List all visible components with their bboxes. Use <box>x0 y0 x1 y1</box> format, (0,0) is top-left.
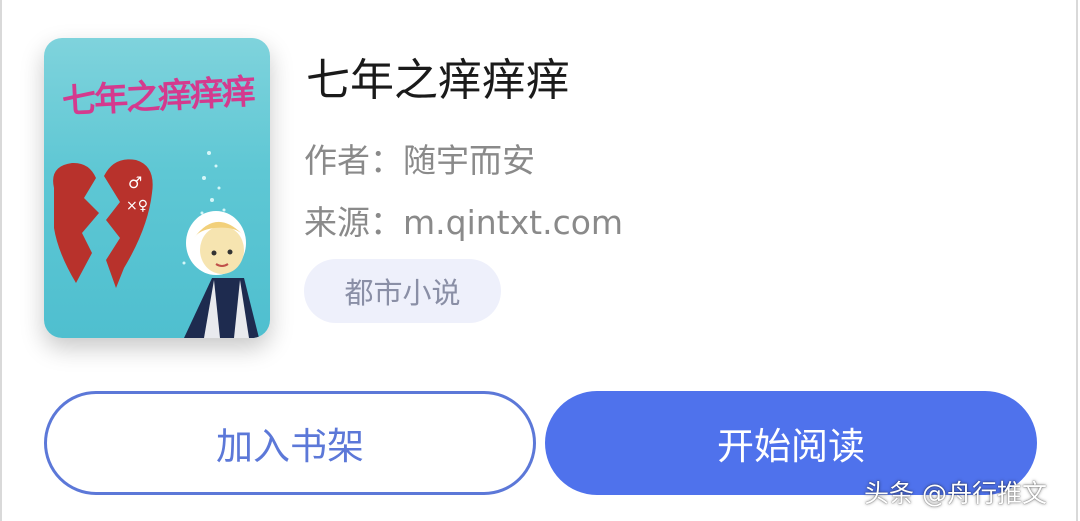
book-title: 七年之痒痒痒 <box>306 55 570 106</box>
cover-illustration: ♂ ×♀ <box>53 151 259 338</box>
source-line: 来源：m.qintxt.com <box>304 203 624 242</box>
svg-text:×♀: ×♀ <box>126 198 148 214</box>
start-reading-label: 开始阅读 <box>717 425 865 468</box>
author-line: 作者：随宇而安 <box>304 141 535 180</box>
genre-tag[interactable]: 都市小说 <box>304 259 501 323</box>
genre-tag-label: 都市小说 <box>344 276 461 310</box>
add-to-shelf-label: 加入书架 <box>216 425 364 468</box>
svg-text:♂: ♂ <box>128 173 142 192</box>
watermark: 头条 @舟行推文 <box>864 479 1047 508</box>
book-cover[interactable]: 七年之痒痒痒 ♂ ×♀ <box>44 38 270 338</box>
add-to-shelf-button[interactable]: 加入书架 <box>44 391 536 495</box>
